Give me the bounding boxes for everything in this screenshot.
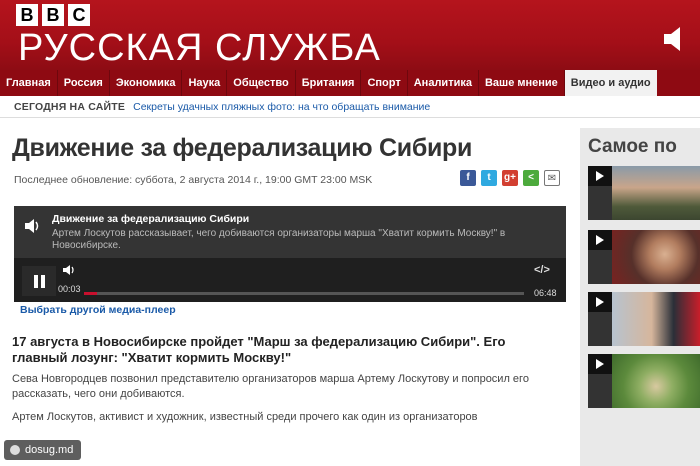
change-player-link[interactable]: Выбрать другой медиа-плеер [20,304,176,316]
logo-letter-b1: B [16,4,38,26]
thumbnail-image [612,166,700,220]
page-title: Движение за федерализацию Сибири [12,134,473,162]
twitter-icon[interactable]: t [481,170,497,186]
thumbnail-image [612,292,700,346]
watermark: dosug.md [4,440,82,460]
play-icon [588,166,612,186]
video-thumb-2[interactable] [588,230,700,284]
article-paragraph: Сева Новгородцев позвонил представителю … [12,373,529,400]
play-icon [588,292,612,312]
main-nav: Главная Россия Экономика Наука Общество … [0,70,700,96]
nav-item-economy[interactable]: Экономика [110,70,183,96]
progress-bar[interactable] [84,292,524,295]
nav-item-video-audio[interactable]: Видео и аудио [564,70,657,96]
progress-fill [84,292,98,295]
sidebar-title: Самое по [588,136,677,157]
video-thumb-4[interactable] [588,354,700,408]
watermark-text: dosug.md [25,444,74,456]
google-plus-icon[interactable]: g+ [502,170,518,186]
volume-icon[interactable] [62,264,76,276]
service-title[interactable]: РУССКАЯ СЛУЖБА [18,28,381,68]
email-icon[interactable]: ✉ [544,170,560,186]
nav-item-science[interactable]: Наука [182,70,228,96]
nav-item-society[interactable]: Общество [227,70,296,96]
share-icon[interactable]: < [523,170,539,186]
video-thumb-1[interactable] [588,166,700,220]
player-description: Артем Лоскутов рассказывает, чего добива… [52,228,506,251]
nav-item-sport[interactable]: Спорт [361,70,408,96]
play-icon [588,354,612,374]
thumbnail-image [612,354,700,408]
article-paragraph: Артем Лоскутов, активист и художник, изв… [12,411,478,423]
time-current: 00:03 [58,284,81,294]
audio-icon [25,219,39,233]
watermark-icon [10,445,20,455]
logo-letter-c: C [68,4,90,26]
bbc-logo[interactable]: B B C [16,4,90,26]
nav-item-russia[interactable]: Россия [58,70,110,96]
speaker-icon[interactable] [658,22,692,56]
thumbnail-image [612,230,700,284]
nav-item-home[interactable]: Главная [0,70,58,96]
player-controls [14,258,566,302]
article-lead: 17 августа в Новосибирске пройдет "Марш … [12,334,506,365]
play-icon [588,230,612,250]
embed-icon[interactable]: </> [534,264,550,276]
last-updated: Последнее обновление: суббота, 2 августа… [14,174,373,186]
time-total: 06:48 [534,288,557,298]
today-on-site-bar: СЕГОДНЯ НА САЙТЕ Секреты удачных пляжных… [0,96,700,118]
logo-letter-b2: B [42,4,64,26]
nav-item-britain[interactable]: Британия [296,70,362,96]
pause-icon [33,274,38,288]
nav-item-analytics[interactable]: Аналитика [408,70,479,96]
site-header: B B C РУССКАЯ СЛУЖБА [0,0,700,70]
video-thumb-3[interactable] [588,292,700,346]
pause-icon [40,274,45,288]
facebook-icon[interactable]: f [460,170,476,186]
media-player: Движение за федерализацию Сибири Артем Л… [14,206,566,302]
today-link[interactable]: Секреты удачных пляжных фото: на что обр… [133,101,430,113]
nav-item-your-opinion[interactable]: Ваше мнение [479,70,565,96]
share-bar: f t g+ < ✉ [460,170,560,186]
pause-button[interactable] [22,266,56,296]
today-label: СЕГОДНЯ НА САЙТЕ [14,100,126,113]
player-title: Движение за федерализацию Сибири [52,213,250,225]
